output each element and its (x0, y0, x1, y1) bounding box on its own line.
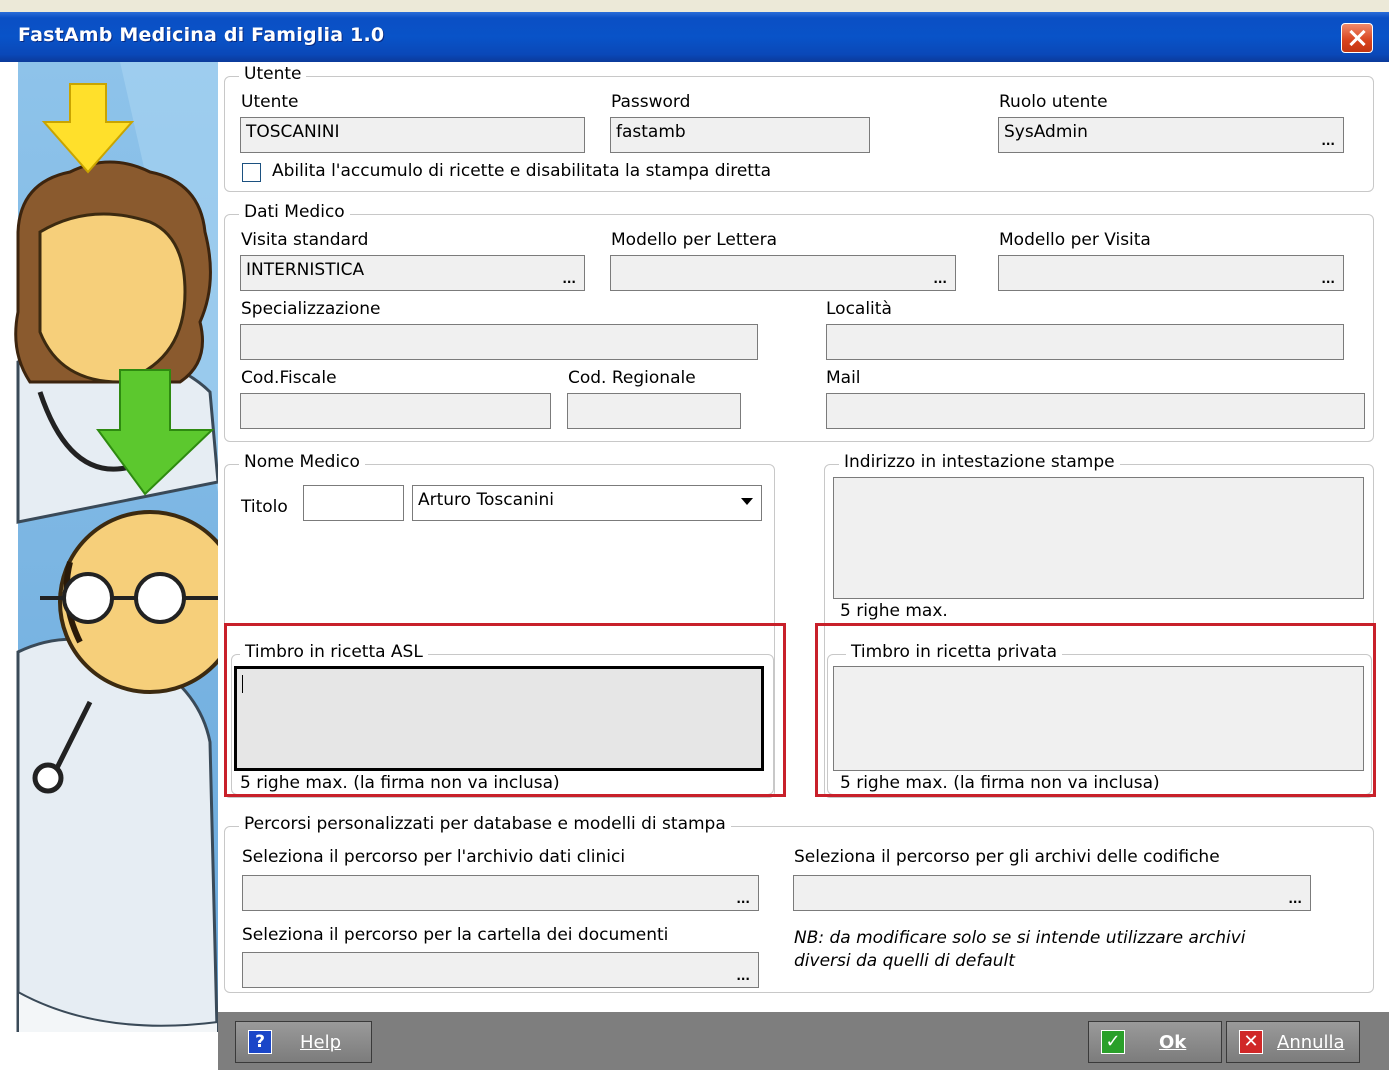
ellipsis-icon[interactable]: ... (1321, 135, 1335, 147)
titolo-label: Titolo (241, 497, 288, 517)
accumulo-checkbox-label[interactable]: Abilita l'accumulo di ricette e disabili… (272, 161, 771, 181)
highlight-timbro-privata (815, 623, 1376, 797)
ellipsis-icon[interactable]: ... (1288, 893, 1302, 905)
app-window: FastAmb Medicina di Famiglia 1.0 Utente … (0, 0, 1389, 1070)
ok-button-label: Ok (1159, 1032, 1187, 1053)
dati-medico-group-label: Dati Medico (239, 202, 350, 222)
help-button-label: Help (300, 1032, 342, 1053)
ellipsis-icon[interactable]: ... (933, 273, 947, 285)
nome-medico-group-label: Nome Medico (239, 452, 365, 472)
mail-field[interactable] (826, 393, 1365, 429)
password-label: Password (611, 92, 691, 112)
indirizzo-textarea[interactable] (833, 477, 1364, 599)
window-title: FastAmb Medicina di Famiglia 1.0 (18, 24, 385, 46)
modello-lettera-label: Modello per Lettera (611, 230, 778, 250)
ruolo-utente-field[interactable]: SysAdmin ... (998, 117, 1344, 153)
annulla-button[interactable]: ✕ Annulla (1226, 1021, 1360, 1063)
indirizzo-hint: 5 righe max. (840, 601, 948, 621)
doctors-illustration (0, 62, 218, 1070)
ruolo-utente-label: Ruolo utente (999, 92, 1108, 112)
archivio-clinici-field[interactable]: ... (242, 875, 759, 911)
help-button[interactable]: ? Help (235, 1021, 372, 1063)
utente-group-label: Utente (239, 64, 307, 84)
password-field[interactable]: fastamb (610, 117, 870, 153)
ellipsis-icon[interactable]: ... (736, 893, 750, 905)
titolo-field[interactable] (303, 485, 404, 521)
chevron-down-icon[interactable] (741, 498, 753, 505)
highlight-timbro-asl (224, 623, 786, 797)
button-bar: ? Help ✓ Ok ✕ Annulla (218, 1012, 1389, 1070)
ellipsis-icon[interactable]: ... (1321, 273, 1335, 285)
archivi-codifiche-field[interactable]: ... (793, 875, 1311, 911)
modello-visita-label: Modello per Visita (999, 230, 1151, 250)
cartella-documenti-label: Seleziona il percorso per la cartella de… (242, 925, 669, 945)
nome-medico-select[interactable]: Arturo Toscanini (412, 485, 762, 521)
ellipsis-icon[interactable]: ... (736, 970, 750, 982)
visita-standard-value: INTERNISTICA (246, 260, 365, 280)
localita-label: Località (826, 299, 892, 319)
cod-fiscale-field[interactable] (240, 393, 551, 429)
modello-visita-field[interactable]: ... (998, 255, 1344, 291)
specializzazione-label: Specializzazione (241, 299, 381, 319)
title-bar[interactable]: FastAmb Medicina di Famiglia 1.0 (0, 12, 1389, 62)
archivi-codifiche-label: Seleziona il percorso per gli archivi de… (794, 847, 1220, 867)
nome-medico-value: Arturo Toscanini (418, 490, 554, 510)
utente-label: Utente (241, 92, 299, 112)
indirizzo-group-label: Indirizzo in intestazione stampe (839, 452, 1120, 472)
cod-fiscale-label: Cod.Fiscale (241, 368, 337, 388)
utente-field[interactable]: TOSCANINI (240, 117, 585, 153)
annulla-button-label: Annulla (1277, 1032, 1345, 1053)
percorsi-group-label: Percorsi personalizzati per database e m… (239, 814, 731, 834)
ruolo-utente-value: SysAdmin (1004, 122, 1088, 142)
localita-field[interactable] (826, 324, 1344, 360)
cartella-documenti-field[interactable]: ... (242, 952, 759, 988)
close-icon[interactable] (1341, 23, 1373, 53)
visita-standard-field[interactable]: INTERNISTICA ... (240, 255, 585, 291)
cod-regionale-field[interactable] (567, 393, 741, 429)
illustration-panel (0, 62, 218, 1070)
ellipsis-icon[interactable]: ... (562, 273, 576, 285)
cancel-icon: ✕ (1239, 1030, 1263, 1054)
check-icon: ✓ (1101, 1030, 1125, 1054)
accumulo-checkbox[interactable] (242, 163, 261, 182)
visita-standard-label: Visita standard (241, 230, 369, 250)
mail-label: Mail (826, 368, 861, 388)
ok-button[interactable]: ✓ Ok (1088, 1021, 1222, 1063)
specializzazione-field[interactable] (240, 324, 758, 360)
archivio-clinici-label: Seleziona il percorso per l'archivio dat… (242, 847, 626, 867)
percorsi-note: NB: da modificare solo se si intende uti… (794, 928, 1246, 971)
help-icon: ? (248, 1030, 272, 1054)
cod-regionale-label: Cod. Regionale (568, 368, 696, 388)
modello-lettera-field[interactable]: ... (610, 255, 956, 291)
